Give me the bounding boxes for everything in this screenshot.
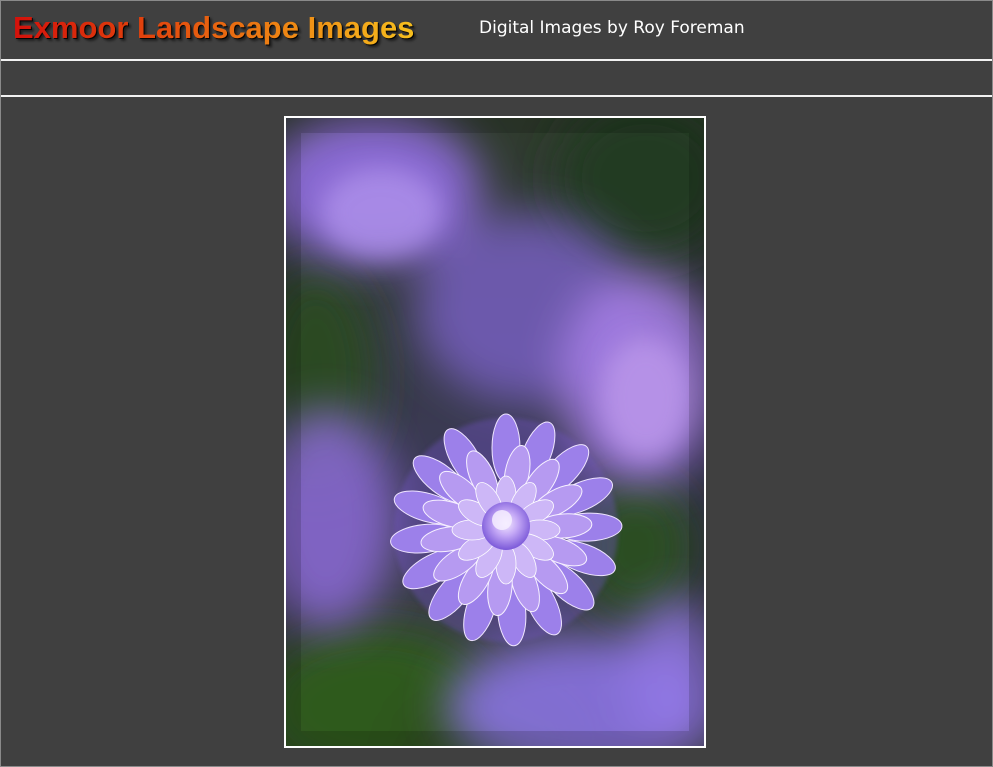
main-photo bbox=[284, 116, 706, 748]
site-subtitle: Digital Images by Roy Foreman bbox=[479, 18, 745, 38]
site-header: Exmoor Landscape Images Digital Images b… bbox=[1, 1, 992, 59]
purple-aster-photo bbox=[286, 118, 704, 746]
navigation-bar bbox=[1, 61, 992, 95]
header-divider-bottom bbox=[1, 95, 992, 97]
page-frame: Exmoor Landscape Images Digital Images b… bbox=[0, 0, 993, 767]
site-title[interactable]: Exmoor Landscape Images bbox=[13, 8, 414, 48]
